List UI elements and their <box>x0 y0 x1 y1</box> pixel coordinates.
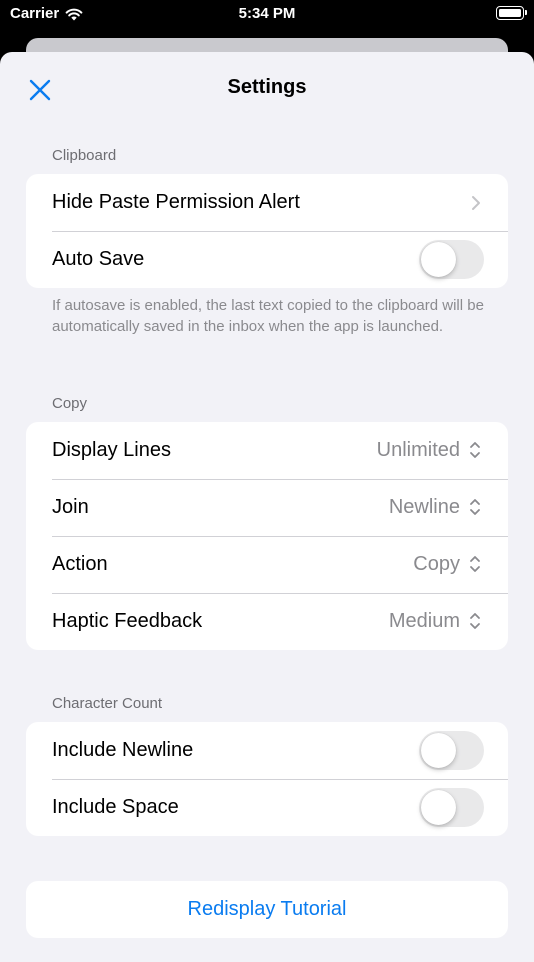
include-newline-row: Include Newline <box>26 722 508 779</box>
nav-bar: Settings <box>0 52 534 124</box>
auto-save-toggle[interactable] <box>419 240 484 279</box>
up-down-chevron-icon <box>470 442 480 458</box>
chevron-right-icon <box>472 196 480 210</box>
haptic-feedback-row[interactable]: Haptic Feedback Medium <box>26 593 508 650</box>
row-value: Copy <box>413 553 460 575</box>
section-header-copy: Copy <box>52 395 88 412</box>
section-header-character-count: Character Count <box>52 695 163 712</box>
auto-save-row: Auto Save <box>26 231 508 288</box>
join-row[interactable]: Join Newline <box>26 479 508 536</box>
include-space-toggle[interactable] <box>419 788 484 827</box>
settings-sheet: Settings Clipboard Hide Paste Permission… <box>0 52 534 962</box>
status-time: 5:34 PM <box>238 5 296 22</box>
up-down-chevron-icon <box>470 556 480 572</box>
battery-icon <box>496 6 527 20</box>
row-value: Unlimited <box>376 439 460 461</box>
include-newline-toggle[interactable] <box>419 731 484 770</box>
action-row[interactable]: Action Copy <box>26 536 508 593</box>
section-header-clipboard: Clipboard <box>52 147 117 164</box>
row-label: Hide Paste Permission Alert <box>52 191 300 213</box>
toggle-knob <box>421 790 456 825</box>
character-count-group: Include Newline Include Space <box>26 722 508 836</box>
row-value: Newline <box>388 496 460 518</box>
row-value: Medium <box>388 610 460 632</box>
row-label: Join <box>52 496 89 518</box>
row-label: Include Newline <box>52 739 194 761</box>
row-label: Haptic Feedback <box>52 610 203 632</box>
redisplay-tutorial-button[interactable]: Redisplay Tutorial <box>26 881 508 938</box>
row-label: Action <box>52 553 108 575</box>
up-down-chevron-icon <box>470 499 480 515</box>
include-space-row: Include Space <box>26 779 508 836</box>
clipboard-footer-note: If autosave is enabled, the last text co… <box>52 297 484 335</box>
hide-paste-permission-alert-row[interactable]: Hide Paste Permission Alert <box>26 174 508 231</box>
row-label: Include Space <box>52 796 179 818</box>
clipboard-group: Hide Paste Permission Alert Auto Save <box>26 174 508 288</box>
display-lines-row[interactable]: Display Lines Unlimited <box>26 422 508 479</box>
page-title: Settings <box>227 76 307 98</box>
toggle-knob <box>421 733 456 768</box>
status-bar: Carrier 5:34 PM <box>0 0 534 30</box>
up-down-chevron-icon <box>470 613 480 629</box>
copy-group: Display Lines Unlimited Join Newline Act… <box>26 422 508 650</box>
row-label: Auto Save <box>52 248 145 270</box>
row-label: Display Lines <box>52 439 171 461</box>
toggle-knob <box>421 242 456 277</box>
